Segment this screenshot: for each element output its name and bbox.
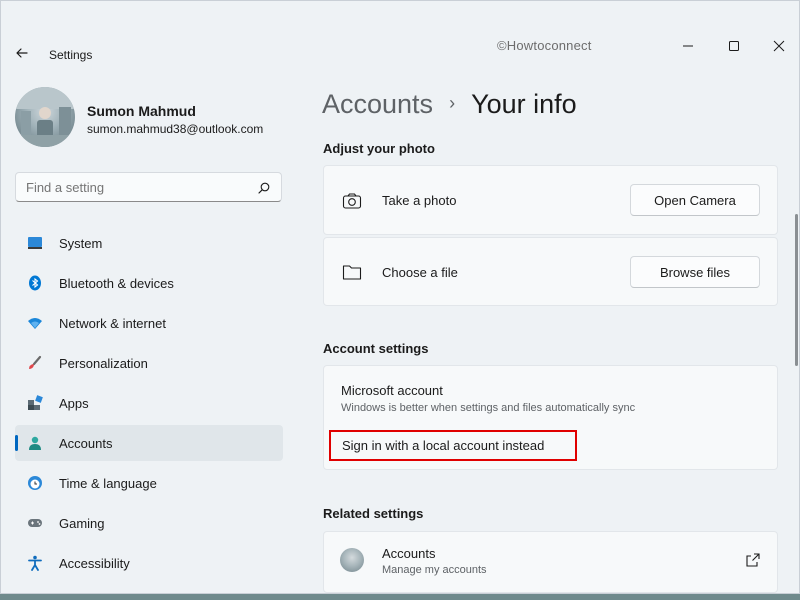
gamepad-icon [28,519,42,527]
microsoft-account-title: Microsoft account [341,383,443,398]
breadcrumb-parent[interactable]: Accounts [322,89,433,120]
related-accounts-subtitle: Manage my accounts [382,564,487,576]
sidebar-item-time-language[interactable]: Time & language [15,465,283,501]
sidebar-item-apps[interactable]: Apps [15,385,283,421]
wifi-icon [28,318,42,329]
sidebar-item-label: Network & internet [59,315,166,331]
scrollbar[interactable] [795,214,798,366]
minimize-icon [683,45,693,47]
related-accounts-title: Accounts [382,546,436,561]
microsoft-account-subtitle: Windows is better when settings and file… [341,402,636,414]
sidebar-item-accessibility[interactable]: Accessibility [15,545,283,581]
apps-icon [28,395,43,410]
minimize-button[interactable] [665,33,711,59]
profile-photo-icon [15,87,75,147]
sidebar-item-label: Accessibility [59,555,130,571]
arrow-left-icon [16,48,28,58]
app-title: Settings [49,48,93,62]
open-external-icon[interactable] [746,553,760,567]
page-title: Your info [471,89,577,119]
take-photo-card: Take a photo Open Camera [323,165,778,235]
globe-clock-icon [28,476,42,490]
section-title-photo: Adjust your photo [323,141,435,156]
maximize-button[interactable] [711,33,757,59]
sidebar-nav: System Bluetooth & devices Network & int… [15,225,283,585]
watermark: ©Howtoconnect [497,38,592,53]
brush-icon [29,355,42,369]
choose-file-card: Choose a file Browse files [323,237,778,306]
related-accounts-card[interactable]: Accounts Manage my accounts [323,531,778,593]
sidebar-item-personalization[interactable]: Personalization [15,345,283,381]
sidebar-item-accounts[interactable]: Accounts [15,425,283,461]
sidebar-item-bluetooth[interactable]: Bluetooth & devices [15,265,283,301]
sidebar-item-label: Gaming [59,515,105,531]
bluetooth-icon [29,275,41,291]
user-name: Sumon Mahmud [87,103,196,119]
camera-icon [342,193,362,209]
sidebar-item-gaming[interactable]: Gaming [15,505,283,541]
choose-file-label: Choose a file [382,265,458,280]
browse-files-button[interactable]: Browse files [630,256,760,288]
user-email: sumon.mahmud38@outlook.com [87,122,264,136]
close-button[interactable] [756,33,799,59]
sidebar-item-label: Time & language [59,475,157,491]
microsoft-account-card: Microsoft account Windows is better when… [323,365,778,470]
breadcrumb: Accounts › Your info [322,89,577,120]
search-box[interactable] [15,172,282,202]
search-input[interactable] [26,180,246,195]
sidebar-item-label: Accounts [59,435,113,451]
section-title-related: Related settings [323,506,424,521]
open-camera-button[interactable]: Open Camera [630,184,760,216]
sidebar-item-system[interactable]: System [15,225,283,261]
sidebar-item-label: Apps [59,395,89,411]
take-photo-label: Take a photo [382,193,457,208]
close-icon [773,40,785,52]
sidebar-item-label: System [59,235,103,251]
section-title-account: Account settings [323,341,429,356]
system-icon [28,237,42,249]
sidebar-item-label: Personalization [59,355,148,371]
settings-window: Settings ©Howtoconnect Sumon Mahmud sumo… [0,0,800,594]
avatar [15,87,75,147]
person-icon [29,436,41,450]
breadcrumb-separator: › [449,93,456,113]
back-button[interactable] [12,43,32,63]
folder-icon [342,265,362,280]
sign-in-local-account-link[interactable]: Sign in with a local account instead [329,430,577,461]
sidebar-item-label: Bluetooth & devices [59,275,174,291]
sidebar-item-network[interactable]: Network & internet [15,305,283,341]
maximize-icon [729,41,739,51]
search-icon[interactable] [257,181,271,195]
avatar [340,548,364,572]
accessibility-icon [28,555,42,571]
